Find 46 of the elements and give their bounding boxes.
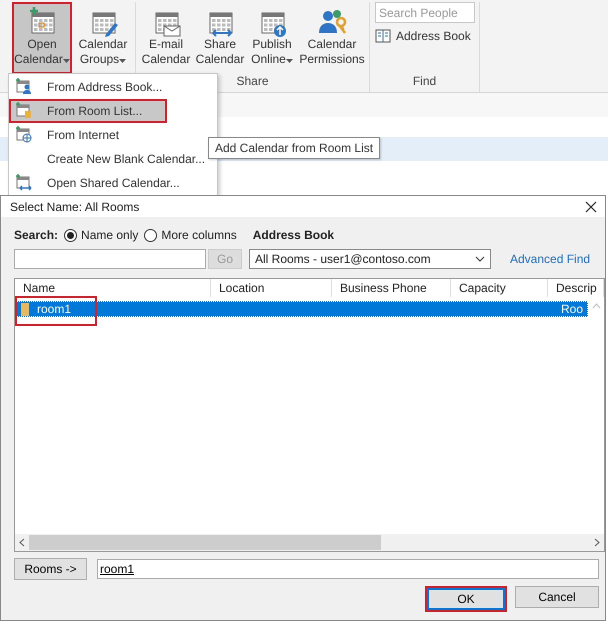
globe-calendar-icon (15, 126, 33, 144)
close-icon[interactable] (585, 200, 597, 212)
menu-item[interactable]: From Address Book... (9, 75, 217, 99)
menu-item[interactable]: From Room List... (9, 99, 167, 123)
column-header[interactable]: Name (15, 279, 211, 297)
table-cell-text: Roo (560, 302, 584, 316)
room-calendar-icon (15, 102, 33, 120)
chevron-down-icon (475, 256, 485, 262)
scroll-left-icon[interactable] (19, 538, 25, 547)
ribbon-button[interactable]: Share Calendar (195, 2, 245, 74)
book-icon (375, 29, 391, 43)
address-book-label: Address Book (252, 228, 334, 242)
group-label: Share (236, 74, 269, 88)
column-header[interactable]: Capacity (451, 279, 548, 297)
ribbon-button[interactable]: Calendar Permissions (299, 2, 365, 74)
ribbon-button[interactable]: Publish Online (248, 2, 296, 74)
person-calendar-icon (15, 78, 33, 96)
address-book-dropdown[interactable]: All Rooms - user1@contoso.com (249, 249, 491, 269)
search-label: Search: (14, 228, 58, 242)
ok-button[interactable]: OK (425, 586, 507, 612)
ribbon-button[interactable]: E-mail Calendar (140, 2, 192, 74)
search-people-field[interactable]: Search People (375, 2, 475, 23)
radio-option[interactable]: More columns (144, 228, 237, 242)
menu-item[interactable]: Open Shared Calendar... (9, 171, 217, 195)
scroll-right-icon[interactable] (594, 538, 600, 547)
horizontal-scrollbar[interactable] (15, 534, 604, 551)
name-cell: room1 (17, 302, 213, 316)
tooltip: Add Calendar from Room List (208, 137, 380, 159)
search-field[interactable] (14, 249, 206, 269)
column-header[interactable]: Location (211, 279, 332, 297)
column-header[interactable]: Business Phone (332, 279, 451, 297)
cancel-button[interactable]: Cancel (515, 586, 599, 608)
table-row[interactable]: room1 Roo (16, 301, 588, 317)
scroll-up-icon[interactable] (592, 303, 600, 309)
ribbon-button[interactable]: Calendar Groups (75, 2, 131, 74)
address-book-button[interactable]: Address Book (375, 23, 474, 43)
radio-option[interactable]: Name only (64, 228, 138, 242)
group-label: Find (412, 74, 436, 88)
rooms-button[interactable]: Rooms -> (14, 558, 87, 580)
dialog-title: Select Name: All Rooms (10, 200, 140, 214)
rooms-field[interactable]: room1 (97, 559, 599, 579)
room-icon (21, 302, 29, 316)
column-header[interactable]: Descrip (548, 279, 604, 297)
shared-calendar-icon (15, 174, 33, 192)
ribbon-button[interactable]: Open Calendar (12, 2, 72, 74)
advanced-find-link[interactable]: Advanced Find (510, 252, 590, 266)
